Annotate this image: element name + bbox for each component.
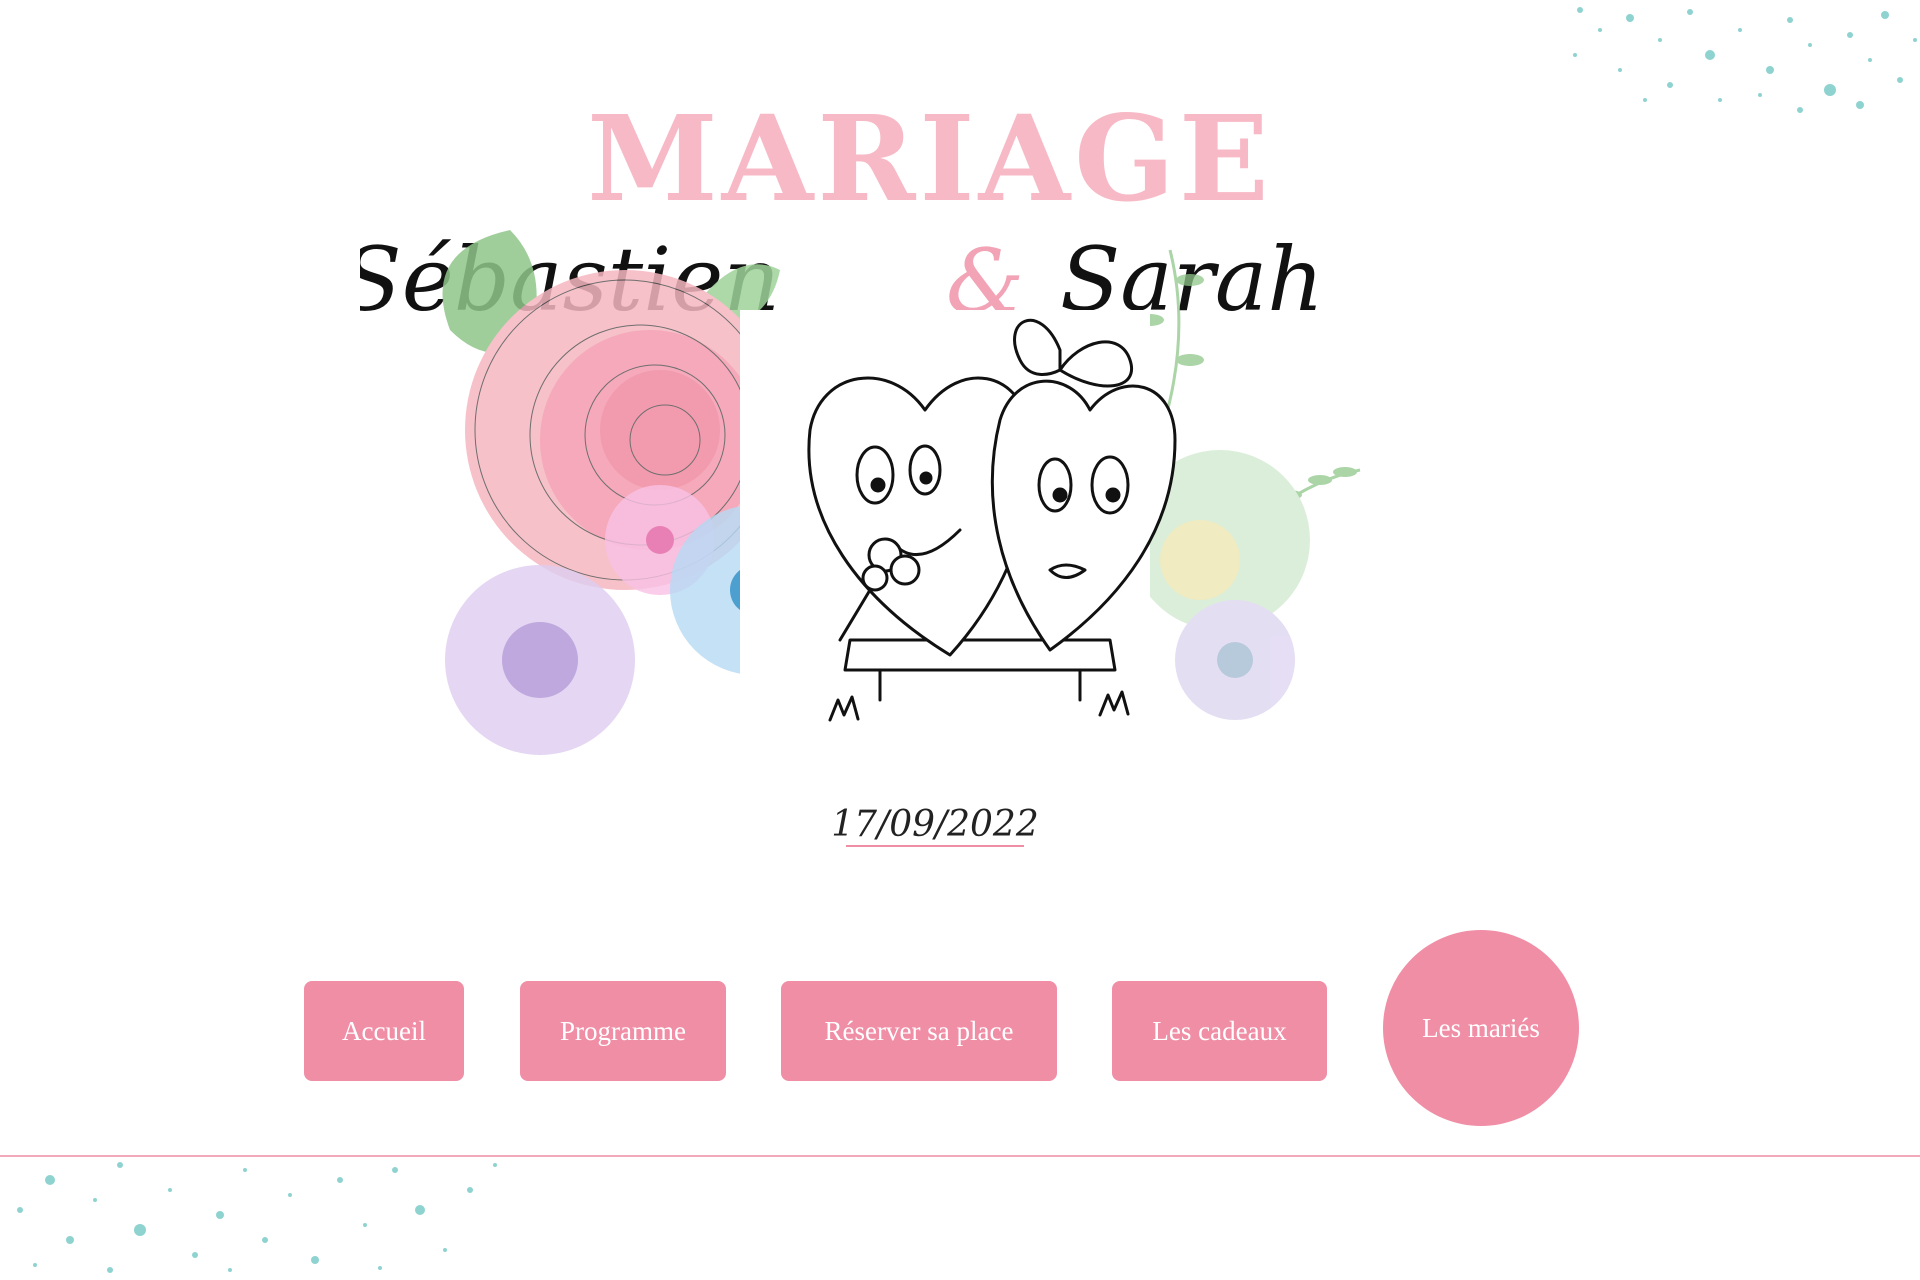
nav-reserver-button[interactable]: Réserver sa place (781, 981, 1057, 1081)
splatter-decoration-top-right (1573, 7, 1917, 113)
page: MARIAGE Sébastien & Sarah 17/09/2022 Acc… (0, 0, 1920, 1280)
wedding-date: 17/09/2022 (831, 804, 1039, 845)
hero-illustration: MARIAGE Sébastien & Sarah 17/09/2022 (360, 100, 1500, 930)
nav-maries-button[interactable]: Les mariés (1383, 930, 1579, 1126)
nav-programme-button[interactable]: Programme (520, 981, 726, 1081)
nav-accueil-button[interactable]: Accueil (304, 981, 464, 1081)
splatter-decoration-bottom-left (17, 1162, 497, 1273)
main-navigation: Accueil Programme Réserver sa place Les … (0, 930, 1920, 1130)
nav-cadeaux-button[interactable]: Les cadeaux (1112, 981, 1327, 1081)
title-mariage: MARIAGE (587, 100, 1273, 228)
